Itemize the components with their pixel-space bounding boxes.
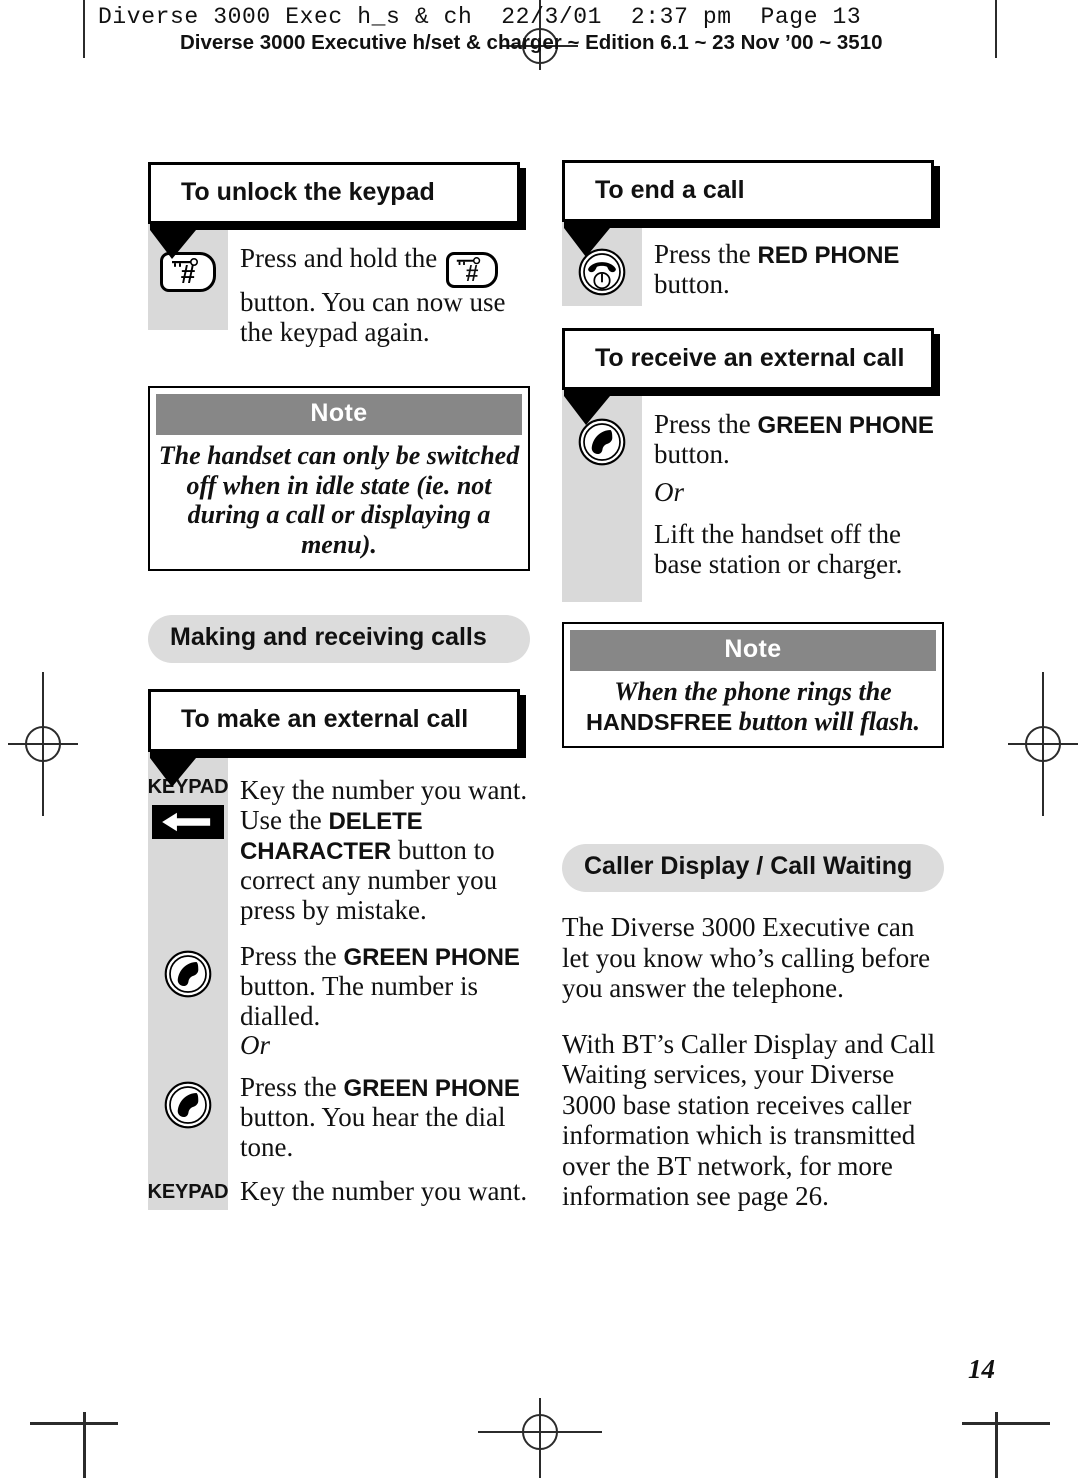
step-key-number: KEYPAD Key the number you want. Use the … (148, 774, 530, 926)
step-text-red-phone: Press the RED PHONE button. (642, 239, 944, 300)
callout-receive-external-call: To receive an external call (562, 328, 944, 426)
callout-tail-make-call (150, 748, 266, 787)
note-header-bar-2: Note (570, 630, 936, 671)
step-icon-slot-empty-1 (148, 1031, 228, 1039)
step-press-green-phone-tone: Press the GREEN PHONE button. You hear t… (148, 1072, 530, 1163)
section-pill-making-receiving-calls: Making and receiving calls (148, 615, 530, 664)
trim-mark-bottom-right-v (995, 1412, 998, 1478)
callout-unlock-keypad: To unlock the keypad (148, 162, 530, 260)
callout-end-call-box: To end a call (562, 160, 934, 223)
registration-mark-bottom-center (478, 1398, 602, 1478)
red-phone-b: button. (654, 269, 730, 300)
reg-circle-bottom (522, 1414, 558, 1450)
green-phone-bold-2: GREEN PHONE (343, 1075, 520, 1103)
or-wrapper-1: Or (228, 1031, 530, 1061)
section-pill-label: Making and receiving calls (170, 623, 487, 652)
green-phone-icon[interactable] (164, 1081, 212, 1129)
step-text-lift-handset: Lift the handset off the base station or… (654, 519, 903, 580)
registration-mark-right (1008, 672, 1078, 816)
heading-to-make-an-external-call: To make an external call (181, 705, 469, 734)
callout-end-a-call: To end a call (562, 160, 944, 258)
green-dial-b: button. The number is dialled. (240, 970, 478, 1031)
step-lift-handset: Lift the handset off the base station or… (562, 519, 944, 580)
delete-character-arrow-icon[interactable] (152, 804, 224, 839)
print-slug-edition: Diverse 3000 Executive h/set & charger ~… (180, 31, 883, 54)
note-box-handsfree: Note When the phone rings the HANDSFREE … (562, 622, 944, 749)
green-dial-a: Press the (240, 940, 344, 971)
right-column: To end a call Press the RED PHONE button… (562, 160, 944, 1212)
green-tone-b: button. You hear the dial tone. (240, 1102, 506, 1163)
note-label-2: Note (724, 635, 782, 663)
reg-circle-left (25, 726, 61, 762)
callout-receive-call-box: To receive an external call (562, 328, 934, 391)
header-rule-right (995, 0, 997, 58)
handsfree-note-a: When the phone rings the (614, 677, 892, 706)
step-icon-slot-keypad-2: KEYPAD (147, 1177, 229, 1204)
handsfree-note-b: button will flash. (732, 706, 921, 736)
step-key-number-final: KEYPAD Key the number you want. (147, 1176, 530, 1207)
section-pill-caller-display: Caller Display / Call Waiting (562, 844, 944, 893)
step-text-green-dial: Press the GREEN PHONE button. The number… (228, 940, 530, 1032)
note-label: Note (310, 398, 368, 427)
step-icon-slot-empty-2 (562, 478, 642, 486)
step-or-separator-2: Or (562, 478, 944, 508)
heading-to-end-a-call: To end a call (595, 176, 745, 204)
handsfree-bold: HANDSFREE (585, 708, 733, 735)
step-icon-slot-empty-3 (562, 520, 642, 528)
note-body-handsfree: When the phone rings the HANDSFREE butto… (570, 671, 936, 736)
step-icon-slot-green-2 (148, 1073, 228, 1129)
unlock-text-part-a: Press and hold the (240, 243, 444, 274)
hash-symbol-inline: # (465, 260, 479, 287)
trim-mark-bottom-right-h (962, 1422, 1050, 1425)
hash-key-button-inline-icon: # (445, 252, 498, 289)
step-text-green-tone: Press the GREEN PHONE button. You hear t… (228, 1072, 530, 1163)
header-rule-left (83, 0, 85, 58)
step-icon-slot-green-1 (148, 942, 228, 998)
step-text-unlock: Press and hold the # button. You can now… (228, 243, 530, 348)
caller-display-pill-label: Caller Display / Call Waiting (584, 852, 913, 881)
paragraph-caller-display-services: With BT’s Caller Display and Call Waitin… (562, 1028, 936, 1212)
print-slug-filename: Diverse 3000 Exec h_s & ch 22/3/01 2:37 … (98, 4, 862, 30)
step-text-key-number: Key the number you want. Use the DELETE … (228, 774, 530, 926)
callout-tail-receive-call (564, 387, 680, 426)
keypad-label-2: KEYPAD (147, 1181, 229, 1204)
unlock-text-part-b: button. You can now use the keypad again… (240, 287, 506, 348)
trim-mark-bottom-left-v (83, 1412, 86, 1478)
callout-unlock-keypad-box: To unlock the keypad (148, 162, 520, 225)
trim-mark-top-left-h (30, 1422, 118, 1425)
registration-mark-left (8, 672, 78, 816)
red-phone-bold: RED PHONE (757, 242, 900, 270)
note-header-bar: Note (156, 393, 522, 435)
steps-make-external-call: KEYPAD Key the number you want. Use the … (147, 751, 530, 1210)
callout-make-external-call: To make an external call (148, 689, 530, 787)
paragraph-caller-display-intro: The Diverse 3000 Executive can let you k… (562, 912, 931, 1004)
reg-circle-right (1025, 726, 1061, 762)
green-phone-bold-1: GREEN PHONE (343, 943, 520, 971)
green-answer-b: button. (654, 439, 730, 470)
green-phone-bold-3: GREEN PHONE (757, 412, 934, 440)
or-label-1: Or (240, 1030, 271, 1061)
note-box-handset: Note The handset can only be switched of… (148, 385, 530, 572)
green-phone-icon[interactable] (164, 950, 212, 998)
step-press-green-phone-dial: Press the GREEN PHONE button. The number… (148, 940, 530, 1032)
left-column: To unlock the keypad # Press and hold th… (147, 162, 530, 1210)
green-tone-a: Press the (240, 1072, 344, 1103)
heading-to-unlock-the-keypad: To unlock the keypad (181, 178, 435, 206)
callout-make-call-box: To make an external call (148, 689, 520, 752)
page-number: 14 (968, 1354, 995, 1384)
step-or-separator: Or (148, 1031, 530, 1061)
or-wrapper-2: Or (642, 478, 944, 508)
step-text-key-number-final: Key the number you want. (240, 1176, 528, 1207)
callout-tail-end-call (564, 219, 680, 258)
note-body-handset: The handset can only be switched off whe… (158, 440, 520, 559)
or-label-2: Or (654, 477, 685, 508)
heading-to-receive-an-external-call: To receive an external call (595, 344, 905, 373)
callout-tail-unlock (150, 221, 266, 260)
step-text-green-answer: Press the GREEN PHONE button. (642, 409, 944, 470)
left-arrow-glyph (162, 812, 211, 831)
